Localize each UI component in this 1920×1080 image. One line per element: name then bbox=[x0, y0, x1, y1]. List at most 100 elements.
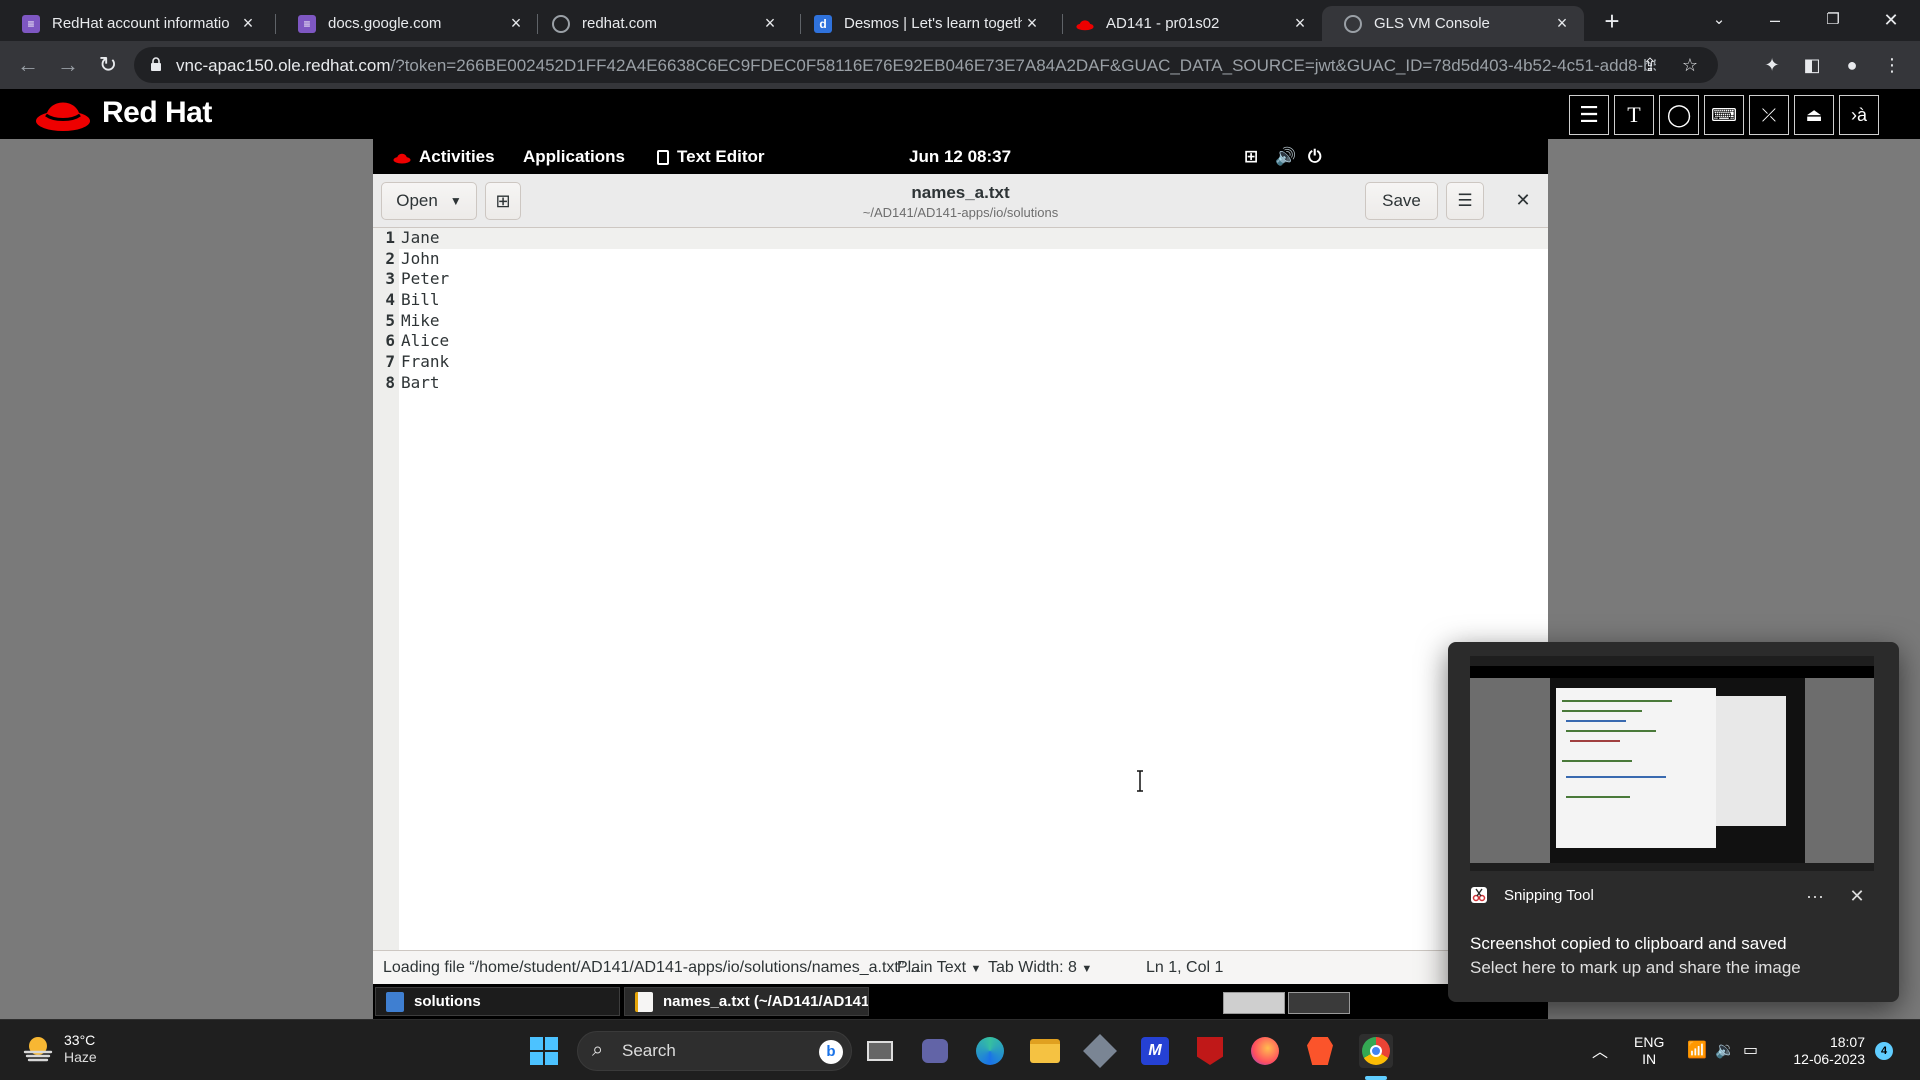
line-number: 4 bbox=[385, 290, 395, 310]
weather-widget[interactable]: 33°C Haze bbox=[22, 1032, 97, 1066]
firefox-icon[interactable] bbox=[1248, 1034, 1282, 1068]
forward-icon[interactable]: → bbox=[52, 49, 84, 81]
text-input-icon[interactable]: T bbox=[1614, 95, 1654, 135]
browser-tab-active[interactable]: GLS VM Console × bbox=[1322, 6, 1584, 41]
app-menu[interactable]: Text Editor bbox=[657, 147, 765, 167]
workspace-2[interactable] bbox=[1288, 992, 1350, 1014]
back-icon[interactable]: ← bbox=[12, 49, 44, 81]
battery-icon[interactable]: ▭ bbox=[1743, 1040, 1758, 1060]
browser-tab[interactable]: AD141 - pr01s02 × bbox=[1054, 6, 1322, 41]
vm-screen[interactable]: Activities Applications Text Editor Jun … bbox=[373, 139, 1548, 1019]
restore-icon[interactable]: ❐ bbox=[1810, 4, 1856, 36]
thumb-code-line bbox=[1566, 796, 1630, 798]
system-clock[interactable]: 18:07 12-06-2023 bbox=[1785, 1034, 1865, 1068]
address-bar[interactable]: vnc-apac150.ole.redhat.com/?token=266BE0… bbox=[134, 47, 1718, 83]
close-icon[interactable]: × bbox=[760, 13, 780, 34]
close-window-icon[interactable]: ✕ bbox=[1511, 188, 1535, 212]
line-number: 7 bbox=[385, 352, 395, 372]
language-icon[interactable]: ›à bbox=[1839, 95, 1879, 135]
date-text: 12-06-2023 bbox=[1793, 1051, 1865, 1067]
line-text[interactable]: Bill bbox=[401, 290, 440, 311]
gnome-top-bar: Activities Applications Text Editor Jun … bbox=[373, 139, 1548, 174]
chat-icon[interactable] bbox=[918, 1034, 952, 1068]
redhat-logo[interactable]: Red Hat bbox=[34, 93, 212, 133]
close-notification-icon[interactable]: ✕ bbox=[1843, 882, 1871, 910]
text-editor-area[interactable]: 1 Jane 2 John 3 Peter 4 Bill 5 Mike 6 Alice 7 Frank 8 B… bbox=[373, 228, 1548, 950]
close-icon[interactable]: × bbox=[1022, 13, 1042, 34]
task-view-icon[interactable] bbox=[863, 1034, 897, 1068]
taskbar-search-box[interactable]: ⌕ Search b bbox=[577, 1031, 852, 1071]
screenshot-thumbnail[interactable] bbox=[1470, 656, 1874, 871]
windows-start-icon[interactable] bbox=[527, 1034, 561, 1068]
volume-icon[interactable]: 🔊 bbox=[1275, 147, 1296, 167]
menu-dots-icon[interactable]: ⋮ bbox=[1878, 51, 1906, 79]
file-explorer-icon[interactable] bbox=[1028, 1034, 1062, 1068]
app-name-label: Text Editor bbox=[677, 147, 765, 166]
browser-tab[interactable]: ≡ RedHat account informatio × bbox=[0, 6, 270, 41]
extensions-icon[interactable]: ✦ bbox=[1758, 51, 1786, 79]
clock[interactable]: Jun 12 08:37 bbox=[909, 147, 1011, 167]
line-text[interactable]: Frank bbox=[401, 352, 449, 373]
applications-menu[interactable]: Applications bbox=[523, 147, 625, 167]
chrome-icon[interactable] bbox=[1359, 1034, 1393, 1068]
browser-tab[interactable]: ≡ docs.google.com × bbox=[276, 6, 538, 41]
speaker-icon[interactable]: 🔉 bbox=[1715, 1040, 1735, 1060]
new-tab-icon[interactable]: + bbox=[1598, 8, 1626, 36]
brave-icon[interactable] bbox=[1303, 1034, 1337, 1068]
save-button[interactable]: Save bbox=[1365, 182, 1438, 220]
close-icon[interactable]: × bbox=[1290, 13, 1310, 34]
share-icon[interactable]: ⇪ bbox=[1636, 51, 1664, 79]
app-blue-icon[interactable]: M bbox=[1138, 1034, 1172, 1068]
reload-icon[interactable]: ↻ bbox=[92, 49, 124, 81]
language-selector[interactable]: Plain Text ▼ bbox=[897, 959, 981, 977]
close-window-icon[interactable]: ✕ bbox=[1868, 4, 1914, 36]
close-icon[interactable]: × bbox=[506, 13, 526, 34]
window-list-item-active[interactable]: names_a.txt (~/AD141/AD141-ap... bbox=[624, 987, 869, 1016]
bing-icon[interactable]: b bbox=[819, 1040, 843, 1064]
line-text[interactable]: John bbox=[401, 249, 440, 270]
notification-badge[interactable]: 4 bbox=[1875, 1042, 1893, 1060]
disconnect-icon[interactable]: ⤫ bbox=[1749, 95, 1789, 135]
thumb-code-line bbox=[1566, 720, 1626, 722]
edge-icon[interactable] bbox=[973, 1034, 1007, 1068]
line-text[interactable]: Mike bbox=[401, 311, 440, 332]
line-text[interactable]: Peter bbox=[401, 269, 449, 290]
language-indicator[interactable]: ENG IN bbox=[1634, 1034, 1664, 1068]
tab-width-selector[interactable]: Tab Width: 8 ▼ bbox=[988, 959, 1092, 977]
network-icon[interactable]: ⊞ bbox=[1244, 147, 1258, 167]
snipping-tool-notification[interactable]: Snipping Tool ··· ✕ Screenshot copied to… bbox=[1448, 642, 1899, 1002]
close-icon[interactable]: × bbox=[1552, 13, 1572, 34]
more-options-icon[interactable]: ··· bbox=[1801, 882, 1829, 910]
bookmark-star-icon[interactable]: ☆ bbox=[1676, 51, 1704, 79]
window-list-label: solutions bbox=[414, 993, 481, 1010]
side-panel-icon[interactable]: ◧ bbox=[1798, 51, 1826, 79]
workspace-1[interactable] bbox=[1223, 992, 1285, 1014]
line-text[interactable]: Jane bbox=[401, 228, 440, 249]
tab-search-icon[interactable]: ⌄ bbox=[1696, 4, 1742, 36]
activities-button[interactable]: Activities bbox=[393, 147, 495, 167]
browser-tab[interactable]: redhat.com × bbox=[530, 6, 792, 41]
line-text[interactable]: Bart bbox=[401, 373, 440, 394]
window-list-item[interactable]: solutions bbox=[375, 987, 620, 1016]
lock-icon bbox=[151, 57, 161, 71]
keyboard-icon[interactable]: ⌨ bbox=[1704, 95, 1744, 135]
circle-icon[interactable]: ◯ bbox=[1659, 95, 1699, 135]
wifi-icon[interactable]: 📶 bbox=[1687, 1040, 1707, 1060]
windows-taskbar: 33°C Haze ⌕ Search b M ︿ ENG IN 📶 🔉 ▭ 18… bbox=[0, 1019, 1920, 1080]
current-line-highlight bbox=[399, 228, 1548, 249]
line-text[interactable]: Alice bbox=[401, 331, 449, 352]
show-hidden-icons[interactable]: ︿ bbox=[1592, 1038, 1608, 1062]
close-icon[interactable]: × bbox=[238, 13, 258, 34]
app-cube-icon[interactable] bbox=[1083, 1034, 1117, 1068]
gnome-window-list: solutions names_a.txt (~/AD141/AD141-ap.… bbox=[373, 984, 1548, 1019]
minimize-icon[interactable]: – bbox=[1752, 4, 1798, 36]
browser-tab[interactable]: d Desmos | Let's learn togeth × bbox=[792, 6, 1054, 41]
weather-condition: Haze bbox=[64, 1049, 97, 1065]
clipboard-icon[interactable]: ☰ bbox=[1569, 95, 1609, 135]
profile-icon[interactable]: ● bbox=[1838, 51, 1866, 79]
power-console-icon[interactable]: ⏏ bbox=[1794, 95, 1834, 135]
power-icon[interactable]: ⏻ bbox=[1308, 147, 1321, 167]
dropdown-arrow-icon: ▼ bbox=[970, 963, 982, 975]
mcafee-icon[interactable] bbox=[1193, 1034, 1227, 1068]
hamburger-menu-button[interactable]: ☰ bbox=[1446, 182, 1484, 220]
